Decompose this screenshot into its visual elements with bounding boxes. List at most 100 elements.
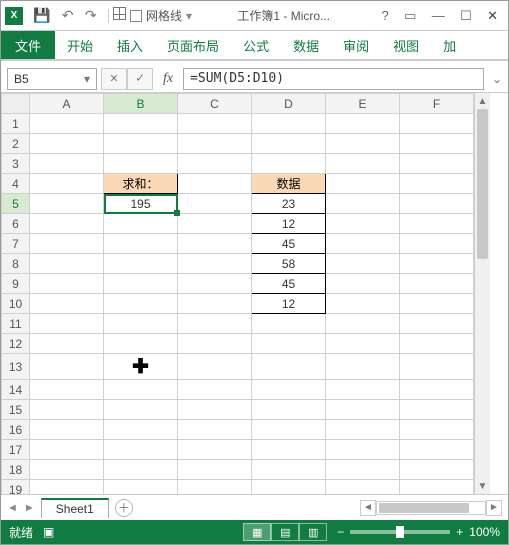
chevron-down-icon[interactable]: ▾: [84, 72, 90, 86]
cancel-formula-button[interactable]: ✕: [101, 68, 127, 90]
cell-A6[interactable]: [30, 214, 104, 234]
cell-B4[interactable]: 求和：: [104, 174, 178, 194]
tab-view[interactable]: 视图: [381, 31, 431, 59]
sheet-nav-next-icon[interactable]: ►: [24, 502, 35, 514]
normal-view-button[interactable]: ▦: [243, 523, 271, 541]
gridlines-toggle[interactable]: 网格线 ▾: [130, 7, 192, 24]
row-header-10[interactable]: 10: [2, 294, 30, 314]
row-header-3[interactable]: 3: [2, 154, 30, 174]
cell-A18[interactable]: [30, 460, 104, 480]
zoom-out-button[interactable]: −: [337, 525, 344, 539]
cell-C10[interactable]: [178, 294, 252, 314]
ribbon-display-icon[interactable]: ▭: [398, 8, 422, 24]
cell-C15[interactable]: [178, 400, 252, 420]
cell-F12[interactable]: [400, 334, 474, 354]
row-header-8[interactable]: 8: [2, 254, 30, 274]
cell-B17[interactable]: [104, 440, 178, 460]
cell-B14[interactable]: [104, 380, 178, 400]
cell-E6[interactable]: [326, 214, 400, 234]
cell-C14[interactable]: [178, 380, 252, 400]
tab-review[interactable]: 审阅: [331, 31, 381, 59]
cell-C11[interactable]: [178, 314, 252, 334]
cell-C5[interactable]: [178, 194, 252, 214]
cell-C12[interactable]: [178, 334, 252, 354]
sheet-nav-prev-icon[interactable]: ◄: [7, 502, 18, 514]
cell-D8[interactable]: 58: [252, 254, 326, 274]
cell-F3[interactable]: [400, 154, 474, 174]
cell-D2[interactable]: [252, 134, 326, 154]
cell-A1[interactable]: [30, 114, 104, 134]
tab-insert[interactable]: 插入: [105, 31, 155, 59]
cell-F8[interactable]: [400, 254, 474, 274]
cell-C8[interactable]: [178, 254, 252, 274]
cell-D1[interactable]: [252, 114, 326, 134]
row-header-14[interactable]: 14: [2, 380, 30, 400]
cell-F16[interactable]: [400, 420, 474, 440]
cell-A4[interactable]: [30, 174, 104, 194]
cell-F4[interactable]: [400, 174, 474, 194]
add-sheet-button[interactable]: ＋: [115, 499, 133, 517]
zoom-slider[interactable]: [350, 530, 450, 534]
row-header-5[interactable]: 5: [2, 194, 30, 214]
save-icon[interactable]: 💾: [29, 7, 54, 24]
enter-formula-button[interactable]: ✓: [127, 68, 153, 90]
fx-icon[interactable]: fx: [157, 71, 179, 87]
cell-D10[interactable]: 12: [252, 294, 326, 314]
maximize-icon[interactable]: ☐: [454, 8, 478, 24]
cell-E16[interactable]: [326, 420, 400, 440]
macro-record-icon[interactable]: ▣: [43, 525, 54, 539]
row-header-7[interactable]: 7: [2, 234, 30, 254]
cell-A15[interactable]: [30, 400, 104, 420]
cell-E11[interactable]: [326, 314, 400, 334]
cell-E7[interactable]: [326, 234, 400, 254]
expand-formula-bar-icon[interactable]: ⌄: [488, 72, 502, 86]
cell-B12[interactable]: [104, 334, 178, 354]
cell-E13[interactable]: [326, 354, 400, 380]
cell-F17[interactable]: [400, 440, 474, 460]
row-header-13[interactable]: 13: [2, 354, 30, 380]
cell-F18[interactable]: [400, 460, 474, 480]
col-header-F[interactable]: F: [400, 94, 474, 114]
cell-A14[interactable]: [30, 380, 104, 400]
cell-F2[interactable]: [400, 134, 474, 154]
row-header-15[interactable]: 15: [2, 400, 30, 420]
hscroll-left-icon[interactable]: ◄: [360, 500, 376, 516]
tab-page-layout[interactable]: 页面布局: [155, 31, 231, 59]
row-header-16[interactable]: 16: [2, 420, 30, 440]
name-box[interactable]: B5 ▾: [7, 68, 97, 90]
cell-C17[interactable]: [178, 440, 252, 460]
cell-A8[interactable]: [30, 254, 104, 274]
row-header-12[interactable]: 12: [2, 334, 30, 354]
cell-D7[interactable]: 45: [252, 234, 326, 254]
select-all-corner[interactable]: [2, 94, 30, 114]
scroll-thumb[interactable]: [477, 109, 488, 259]
cell-B9[interactable]: [104, 274, 178, 294]
tab-formulas[interactable]: 公式: [231, 31, 281, 59]
cell-E10[interactable]: [326, 294, 400, 314]
row-header-11[interactable]: 11: [2, 314, 30, 334]
row-header-9[interactable]: 9: [2, 274, 30, 294]
formula-input[interactable]: [183, 68, 484, 90]
cell-F10[interactable]: [400, 294, 474, 314]
cell-grid[interactable]: ABCDEF1234求和：数据5195236127458589451012111…: [1, 93, 474, 494]
cell-C19[interactable]: [178, 480, 252, 495]
cell-D18[interactable]: [252, 460, 326, 480]
col-header-C[interactable]: C: [178, 94, 252, 114]
minimize-icon[interactable]: —: [426, 8, 451, 23]
cell-C9[interactable]: [178, 274, 252, 294]
horizontal-scrollbar[interactable]: ◄ ►: [360, 500, 502, 516]
cell-D14[interactable]: [252, 380, 326, 400]
cell-E2[interactable]: [326, 134, 400, 154]
cell-C16[interactable]: [178, 420, 252, 440]
undo-icon[interactable]: ↶: [58, 7, 78, 24]
cell-B18[interactable]: [104, 460, 178, 480]
cell-F14[interactable]: [400, 380, 474, 400]
cell-D19[interactable]: [252, 480, 326, 495]
cell-B2[interactable]: [104, 134, 178, 154]
hscroll-track[interactable]: [376, 501, 486, 515]
col-header-A[interactable]: A: [30, 94, 104, 114]
cell-B1[interactable]: [104, 114, 178, 134]
cell-A5[interactable]: [30, 194, 104, 214]
page-break-view-button[interactable]: ▥: [299, 523, 327, 541]
cell-C7[interactable]: [178, 234, 252, 254]
